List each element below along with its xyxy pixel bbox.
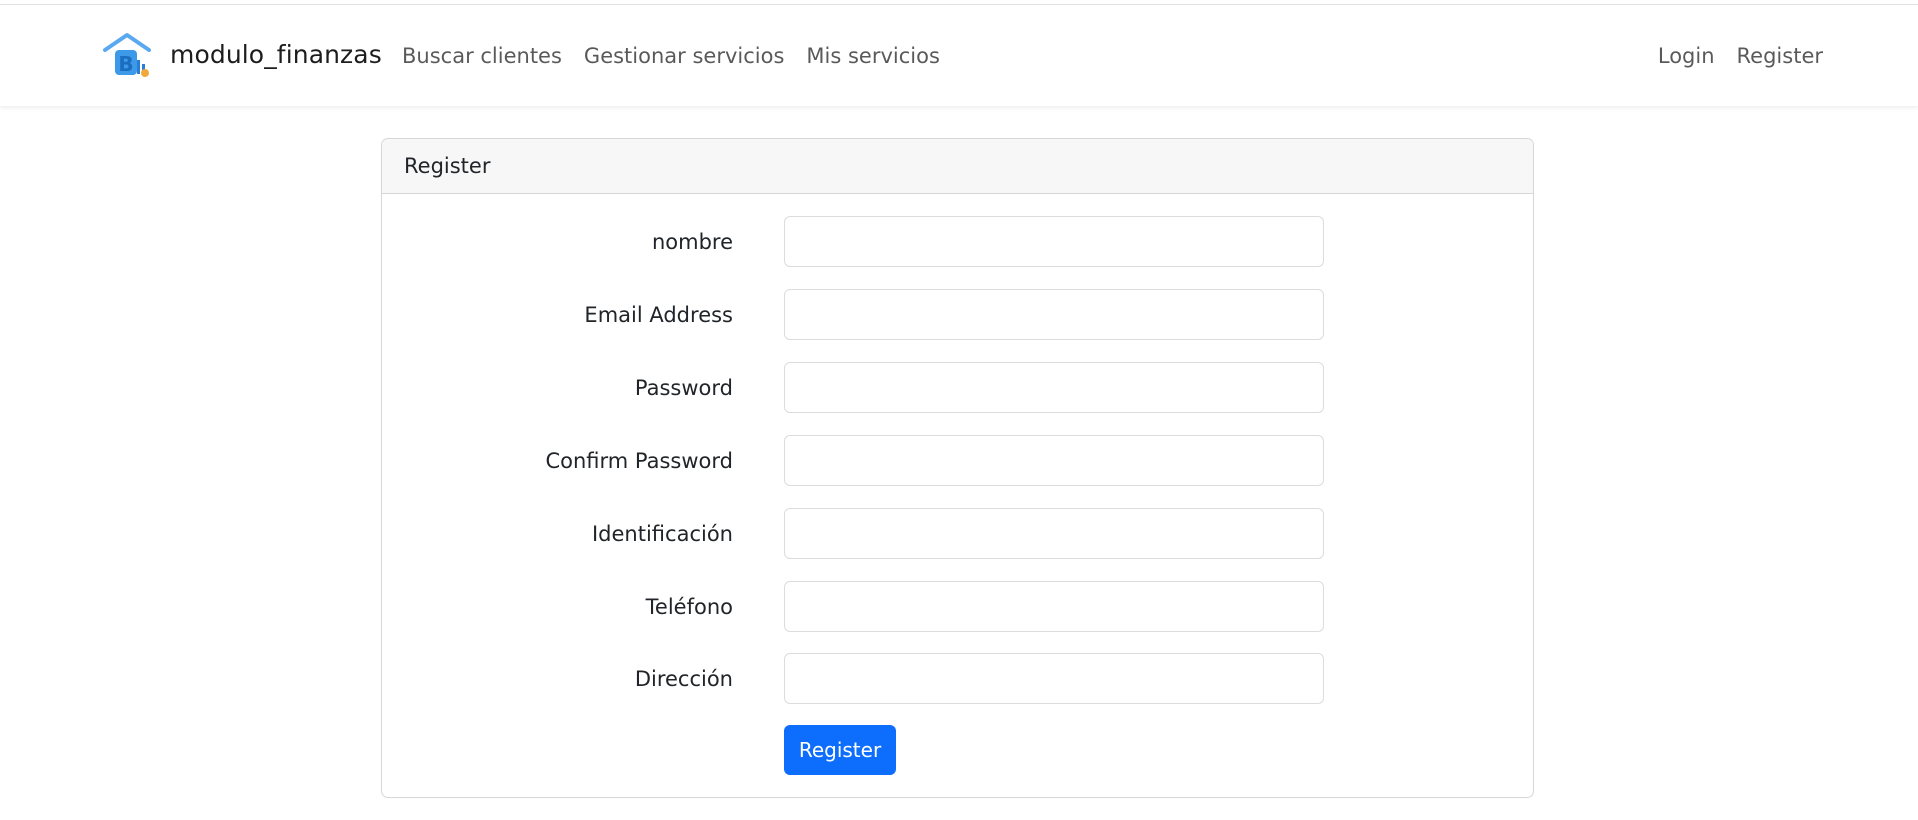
house-logo-icon: B (103, 33, 151, 77)
brand-name: modulo_finanzas (170, 39, 382, 69)
navbar: B modulo_finanzas Buscar clientes Gestio… (0, 5, 1918, 106)
nav-link-register[interactable]: Register (1737, 44, 1823, 68)
direccion-label: Dirección (634, 666, 733, 691)
telefono-input[interactable] (784, 581, 1324, 632)
nombre-input[interactable] (784, 216, 1324, 267)
card-header: Register (382, 139, 1533, 194)
telefono-label: Teléfono (645, 594, 733, 619)
form-row-nombre: nombre (382, 216, 1533, 267)
identificacion-label: Identificación (591, 521, 733, 546)
nav-link-mis-servicios[interactable]: Mis servicios (806, 44, 940, 68)
form-row-email: Email Address (382, 289, 1533, 340)
nav-link-login[interactable]: Login (1658, 44, 1715, 68)
nav-left-links: Buscar clientes Gestionar servicios Mis … (402, 5, 962, 106)
confirm-password-label: Confirm Password (545, 448, 733, 473)
nav-right-links: Login Register (1658, 5, 1823, 106)
nav-link-gestionar-servicios[interactable]: Gestionar servicios (584, 44, 784, 68)
nombre-label: nombre (651, 229, 733, 254)
svg-text:B: B (118, 52, 133, 76)
register-submit-button[interactable]: Register (784, 725, 896, 775)
form-row-direccion: Dirección (382, 653, 1533, 704)
brand-link[interactable]: B modulo_finanzas (101, 30, 382, 78)
confirm-password-input[interactable] (784, 435, 1324, 486)
form-row-identificacion: Identificación (382, 508, 1533, 559)
form-row-password: Password (382, 362, 1533, 413)
password-input[interactable] (784, 362, 1324, 413)
form-row-confirm-password: Confirm Password (382, 435, 1533, 486)
email-input[interactable] (784, 289, 1324, 340)
password-label: Password (634, 375, 733, 400)
register-card: Register nombre Email Address Password C… (381, 138, 1534, 798)
email-label: Email Address (584, 302, 733, 327)
direccion-input[interactable] (784, 653, 1324, 704)
form-row-telefono: Teléfono (382, 581, 1533, 632)
identificacion-input[interactable] (784, 508, 1324, 559)
nav-link-buscar-clientes[interactable]: Buscar clientes (402, 44, 562, 68)
